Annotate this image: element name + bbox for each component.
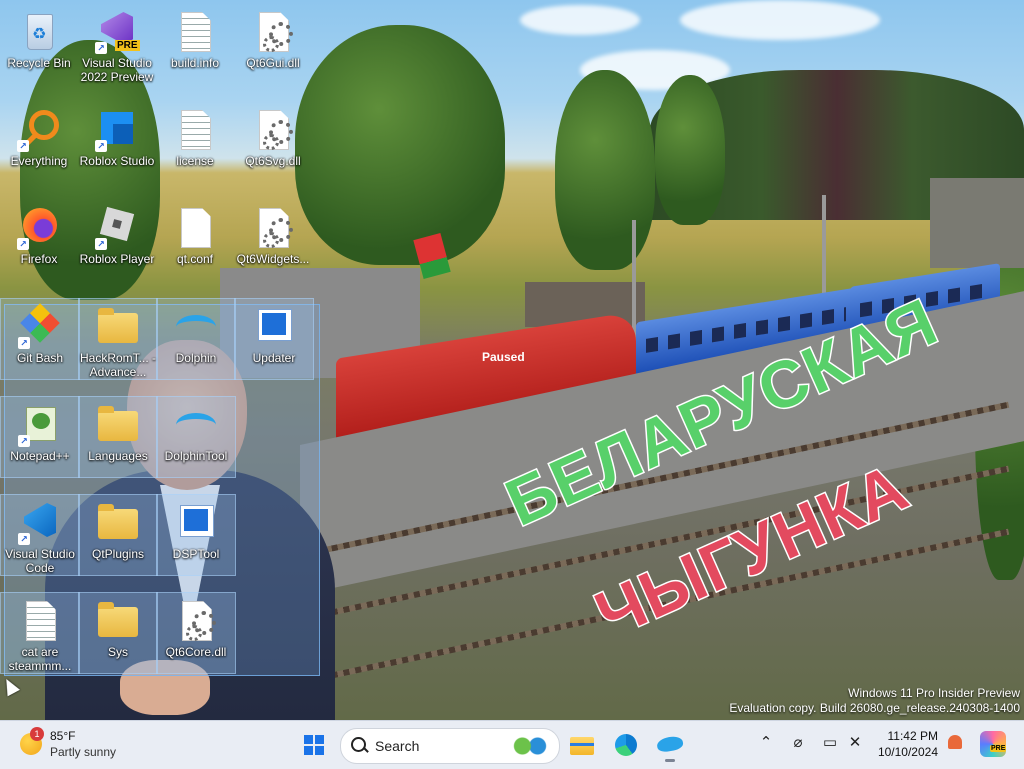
notification-bell-icon[interactable] <box>948 735 962 749</box>
desktop-icon-firefox[interactable]: ↗ Firefox <box>0 200 78 280</box>
windows-logo-icon <box>304 735 324 755</box>
desktop-icon-roblox-studio[interactable]: ↗ Roblox Studio <box>78 102 156 182</box>
running-indicator <box>665 759 675 762</box>
building <box>930 178 1024 268</box>
desktop-icon-vscode[interactable]: ↗ Visual Studio Code <box>0 494 80 576</box>
desktop-icon-roblox-player[interactable]: ↗ Roblox Player <box>78 200 156 280</box>
recycle-bin-icon: ♻ <box>17 10 61 54</box>
folder-icon <box>96 599 140 643</box>
roblox-studio-icon: ↗ <box>95 108 139 152</box>
folder-icon <box>96 403 140 447</box>
search-highlight-icon <box>511 735 549 757</box>
desktop-icon-dolphintool[interactable]: DolphinTool <box>156 396 236 478</box>
visual-studio-preview-icon: PRE ↗ <box>95 10 140 54</box>
text-file-icon <box>18 599 62 643</box>
desktop-icon-qt6core-dll[interactable]: Qt6Core.dll <box>156 592 236 674</box>
roblox-player-icon: ↗ <box>95 206 139 250</box>
tree <box>295 25 505 265</box>
display-icon[interactable]: ▭ <box>820 733 840 753</box>
clock-date: 10/10/2024 <box>877 745 938 759</box>
blank-file-icon <box>173 206 217 250</box>
desktop-icon-git-bash[interactable]: ↗ Git Bash <box>0 298 80 380</box>
weather-condition: Partly sunny <box>50 745 117 759</box>
clock-time: 11:42 PM <box>887 729 938 743</box>
desktop-icon-dsptool[interactable]: DSPTool <box>156 494 236 576</box>
dolphin-tool-icon <box>174 403 218 447</box>
updater-app-icon <box>252 305 296 349</box>
chevron-up-icon[interactable]: ⌃ <box>756 733 776 753</box>
edge-button[interactable] <box>608 727 644 763</box>
dolphin-emulator-icon <box>174 305 218 349</box>
desktop-icon-dolphin[interactable]: Dolphin <box>156 298 236 380</box>
dll-file-icon <box>251 108 295 152</box>
edge-icon <box>615 734 637 756</box>
tree <box>555 70 655 270</box>
volume-muted-icon[interactable]: ✕ <box>845 733 865 753</box>
desktop-icon-build-info[interactable]: build.info <box>156 4 234 84</box>
desktop-icon-qt6widgets-dll[interactable]: Qt6Widgets... <box>234 200 312 280</box>
desktop-icon-qt6svg-dll[interactable]: Qt6Svg.dll <box>234 102 312 182</box>
desktop-icon-recycle-bin[interactable]: ♻ Recycle Bin <box>0 4 78 84</box>
network-off-icon[interactable]: ⌀ <box>788 733 808 753</box>
desktop-icon-hackrom-folder[interactable]: HackRomT... - Advance... <box>78 298 158 380</box>
git-bash-icon: ↗ <box>18 303 62 349</box>
search-label: Search <box>375 738 420 754</box>
file-explorer-button[interactable] <box>564 727 600 763</box>
dolphin-taskbar-button[interactable] <box>652 727 688 763</box>
watermark-line2: Evaluation copy. Build 26080.ge_release.… <box>729 701 1020 715</box>
evaluation-watermark: Windows 11 Pro Insider Preview Evaluatio… <box>729 686 1020 716</box>
clock[interactable]: 11:42 PM 10/10/2024 <box>868 728 938 760</box>
dll-file-icon <box>174 599 218 643</box>
desktop-icon-sys-folder[interactable]: Sys <box>78 592 158 674</box>
dolphin-icon <box>655 734 685 754</box>
file-explorer-icon <box>570 737 594 755</box>
desktop-icon-visual-studio-preview[interactable]: PRE ↗ Visual Studio 2022 Preview <box>78 4 156 84</box>
desktop-icon-license[interactable]: license <box>156 102 234 182</box>
dll-file-icon <box>251 10 295 54</box>
desktop-icon-qt6gui-dll[interactable]: Qt6Gui.dll <box>234 4 312 84</box>
weather-badge: 1 <box>30 727 44 741</box>
start-button[interactable] <box>296 727 332 763</box>
taskbar-search[interactable]: Search <box>340 728 560 764</box>
dll-file-icon <box>251 206 295 250</box>
search-icon <box>351 737 366 752</box>
cloud <box>680 0 880 40</box>
desktop-icon-updater[interactable]: Updater <box>234 298 314 380</box>
desktop-icon-languages-folder[interactable]: Languages <box>78 396 158 478</box>
everything-search-icon: ↗ <box>17 108 61 152</box>
catenary-pole <box>822 195 826 300</box>
firefox-icon: ↗ <box>17 206 61 250</box>
dsp-tool-icon <box>174 501 218 545</box>
desktop-icon-notepad-plus-plus[interactable]: ↗ Notepad++ <box>0 396 80 478</box>
desktop-icon-qtplugins-folder[interactable]: QtPlugins <box>78 494 158 576</box>
cloud <box>520 5 640 35</box>
copilot-pre-badge: PRE <box>990 745 1007 752</box>
copilot-button[interactable]: PRE <box>980 731 1007 757</box>
folder-icon <box>96 305 140 349</box>
weather-widget[interactable]: 1 85°F Partly sunny <box>16 727 136 763</box>
taskbar: 1 85°F Partly sunny Search ⌃ ⌀ ▭ ✕ 11:42… <box>0 720 1024 769</box>
desktop-icon-everything[interactable]: ↗ Everything <box>0 102 78 182</box>
watermark-line1: Windows 11 Pro Insider Preview <box>848 686 1020 700</box>
desktop-icon-qt-conf[interactable]: qt.conf <box>156 200 234 280</box>
tree <box>655 75 725 225</box>
text-file-icon <box>173 108 217 152</box>
folder-icon <box>96 501 140 545</box>
desktop-icon-cat-are-steammm[interactable]: cat are steammm... <box>0 592 80 674</box>
paused-label: Paused <box>482 350 525 364</box>
text-file-icon <box>173 10 217 54</box>
weather-temp: 85°F <box>50 729 76 743</box>
notepad-plus-plus-icon: ↗ <box>18 403 62 447</box>
vscode-icon: ↗ <box>18 501 62 545</box>
